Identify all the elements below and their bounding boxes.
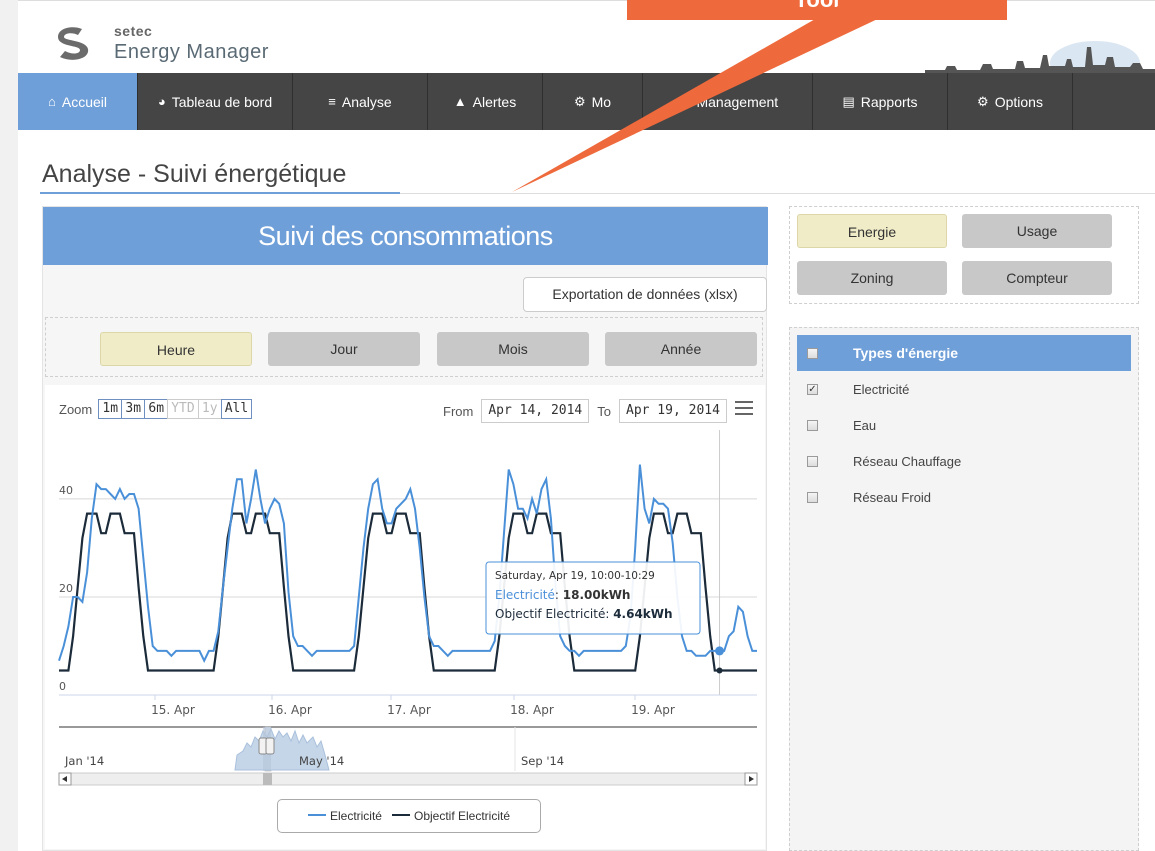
zoom-controls: Zoom 1m 3m 6m YTD 1y All: [59, 399, 253, 419]
period-selector: Heure Jour Mois Année: [45, 317, 763, 377]
energy-type-row: Réseau Froid: [797, 479, 1131, 515]
warning-icon: ▲: [453, 94, 467, 109]
checkbox-reseau-froid[interactable]: [807, 491, 818, 503]
energy-types-header: Types d'énergie: [797, 335, 1131, 371]
chart-area: Zoom 1m 3m 6m YTD 1y All From Apr 14, 20…: [45, 385, 765, 849]
period-button-annee[interactable]: Année: [605, 332, 757, 366]
navigator-tick-label: Jan '14: [64, 754, 104, 768]
tooltip-line2-name: Objectif Electricité: 4.64kWh: [495, 607, 673, 621]
nav-label: Tableau de bord: [171, 93, 273, 110]
zoom-all-button[interactable]: All: [220, 399, 253, 419]
consumption-panel: Suivi des consommations Exportation de d…: [42, 206, 768, 851]
energy-type-label: Réseau Chauffage: [853, 453, 962, 469]
energy-types-panel: Types d'énergie ✓ Electricité Eau Réseau…: [789, 327, 1139, 851]
users-icon: ☻: [676, 94, 691, 109]
hover-point-objectif: [716, 667, 723, 674]
nav-mo[interactable]: ⚙ Mo: [543, 73, 643, 130]
filter-energie-button[interactable]: Energie: [797, 214, 947, 248]
page-title: Analyse - Suivi énergétique: [42, 160, 347, 188]
zoom-label: Zoom: [59, 401, 93, 417]
zoom-6m-button[interactable]: 6m: [144, 399, 169, 419]
nav-label: Accueil: [61, 93, 107, 110]
nav-tableau-de-bord[interactable]: ◕ Tableau de bord: [138, 73, 293, 130]
date-range: From Apr 14, 2014 To Apr 19, 2014: [443, 399, 735, 423]
nav-rapports[interactable]: ▤ Rapports: [813, 73, 948, 130]
checkbox-electricite[interactable]: ✓: [807, 383, 818, 395]
nav-label: Options: [994, 93, 1043, 110]
nav-accueil[interactable]: ⌂ Accueil: [18, 73, 138, 130]
select-all-checkbox[interactable]: [807, 347, 818, 359]
period-button-mois[interactable]: Mois: [437, 332, 589, 366]
nav-label: Analyse: [341, 93, 392, 110]
energy-type-row: Réseau Chauffage: [797, 443, 1131, 479]
filter-compteur-button[interactable]: Compteur: [962, 261, 1112, 295]
to-date-input[interactable]: Apr 19, 2014: [619, 399, 727, 423]
energy-type-label: Réseau Froid: [853, 489, 932, 505]
filter-zoning-button[interactable]: Zoning: [797, 261, 947, 295]
x-tick-label: 18. Apr: [510, 703, 554, 717]
to-label: To: [597, 403, 611, 419]
bar-chart-icon: ≡: [328, 94, 336, 109]
zoom-ytd-button[interactable]: YTD: [167, 399, 199, 419]
panel-title: Suivi des consommations: [43, 207, 768, 265]
brand-product: Energy Manager: [114, 41, 269, 63]
period-button-heure[interactable]: Heure: [100, 332, 252, 366]
tooltip-title: Saturday, Apr 19, 10:00-10:29: [495, 570, 655, 582]
y-tick-label: 20: [59, 582, 73, 595]
period-button-jour[interactable]: Jour: [268, 332, 420, 366]
filter-usage-button[interactable]: Usage: [962, 214, 1112, 248]
callout-banner: Tool: [627, 0, 1007, 20]
gear-icon: ⚙: [977, 93, 989, 109]
checkbox-eau[interactable]: [807, 419, 818, 431]
nav-label: Mo: [591, 93, 612, 110]
legend-item-electricite[interactable]: Electricité: [307, 809, 382, 823]
from-date-input[interactable]: Apr 14, 2014: [481, 399, 590, 423]
cogs-icon: ⚙: [573, 93, 586, 109]
setec-logo: [58, 27, 89, 60]
energy-types-title: Types d'énergie: [853, 345, 958, 361]
energy-type-row: ✓ Electricité: [797, 371, 1131, 407]
y-tick-label: 40: [59, 484, 73, 497]
home-icon: ⌂: [48, 94, 56, 109]
hover-point-electricite: [715, 646, 725, 656]
city-skyline-image: [925, 41, 1155, 75]
nav-options[interactable]: ⚙ Options: [948, 73, 1073, 130]
chart-legend: Electricité Objectif Electricité: [277, 799, 541, 833]
y-tick-label: 0: [59, 680, 66, 693]
energy-type-label: Electricité: [853, 381, 910, 397]
nav-alertes[interactable]: ▲ Alertes: [428, 73, 543, 130]
energy-types-table: Types d'énergie ✓ Electricité Eau Réseau…: [797, 335, 1131, 515]
nav-label: Management: [696, 93, 779, 110]
zoom-1y-button[interactable]: 1y: [197, 399, 222, 419]
nav-analyse[interactable]: ≡ Analyse: [293, 73, 428, 130]
energy-type-row: Eau: [797, 407, 1131, 443]
zoom-1m-button[interactable]: 1m: [98, 399, 123, 419]
zoom-3m-button[interactable]: 3m: [121, 399, 146, 419]
energy-type-label: Eau: [853, 417, 877, 433]
nav-label: Alertes: [472, 93, 517, 110]
chart-tooltip: Saturday, Apr 19, 10:00-10:29 Electricit…: [485, 561, 701, 635]
export-xlsx-button[interactable]: Exportation de données (xlsx): [523, 277, 767, 312]
legend-item-objectif[interactable]: Objectif Electricité: [391, 809, 510, 823]
tooltip-line1-name: Electricité: 18.00kWh: [495, 588, 630, 602]
nav-label: Rapports: [860, 93, 918, 110]
filter-panel: Energie Usage Zoning Compteur: [789, 206, 1139, 304]
x-tick-label: 15. Apr: [151, 703, 195, 717]
x-tick-label: 19. Apr: [631, 703, 675, 717]
navigator-tick-label: Sep '14: [521, 754, 564, 768]
dashboard-icon: ◕: [157, 94, 166, 109]
navigator-tick-label: May '14: [299, 754, 344, 768]
x-tick-label: 17. Apr: [387, 703, 431, 717]
title-underline: [40, 192, 400, 194]
document-icon: ▤: [842, 93, 855, 109]
checkbox-reseau-chauffage[interactable]: [807, 455, 818, 467]
x-tick-label: 16. Apr: [268, 703, 312, 717]
brand-company: setec: [114, 23, 153, 39]
navigator[interactable]: Jan '14 May '14 Sep '14: [58, 726, 758, 786]
from-label: From: [443, 403, 474, 419]
chart-menu-icon[interactable]: [735, 401, 753, 415]
main-navbar: ⌂ Accueil ◕ Tableau de bord ≡ Analyse ▲ Alertes…: [18, 73, 1155, 130]
app-page: setec Energy Manager ⌂ Accueil ◕ Tableau de…: [18, 0, 1155, 851]
nav-management[interactable]: ☻ Management: [643, 73, 813, 130]
